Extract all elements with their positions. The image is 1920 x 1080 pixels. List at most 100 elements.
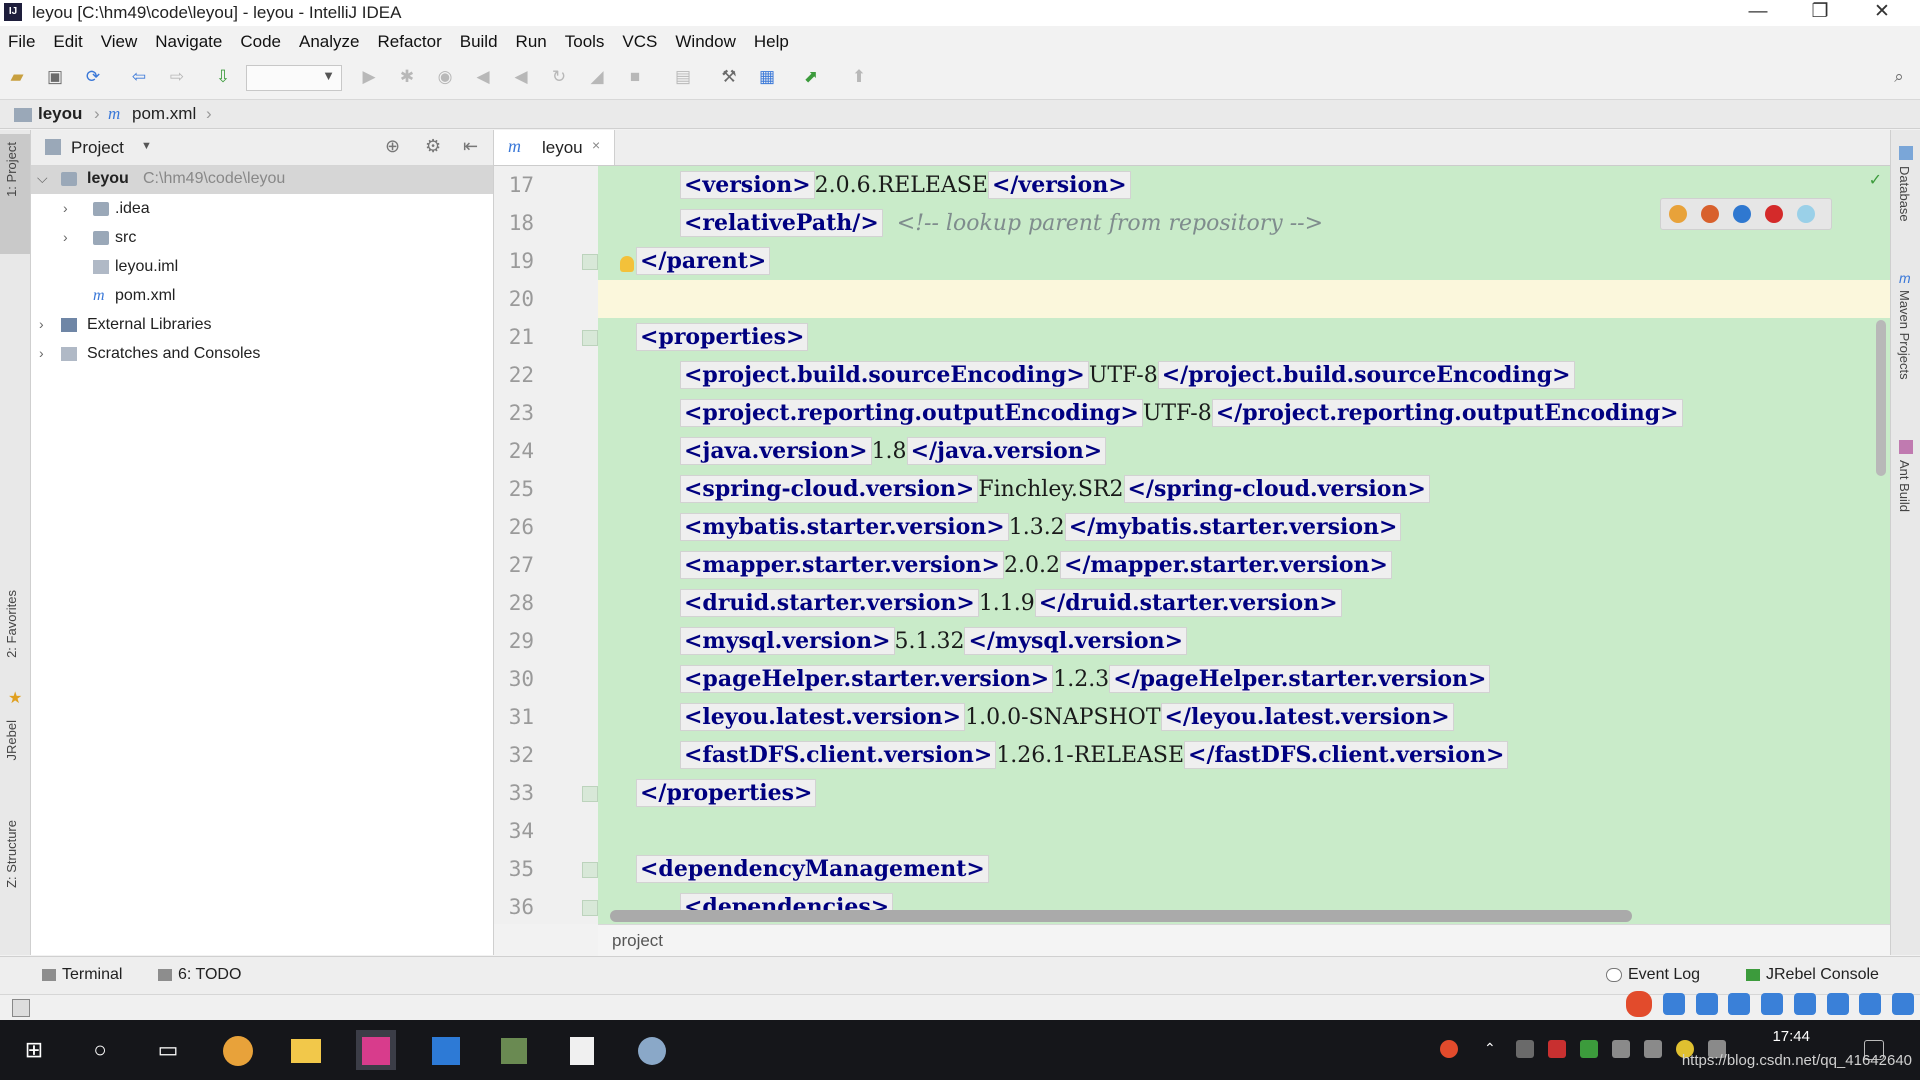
upload-icon[interactable]: ⬆ — [848, 66, 870, 88]
chevron-right-icon[interactable]: › — [63, 229, 68, 245]
coverage-icon[interactable]: ◉ — [434, 66, 456, 88]
tree-item-pom-xml[interactable]: m pom.xml — [31, 283, 493, 311]
ime-voice-icon[interactable] — [1761, 993, 1784, 1015]
restore-button[interactable]: ❐ — [1790, 0, 1850, 26]
code-line[interactable]: <version> 2.0.6.RELEASE </version> — [680, 166, 1131, 204]
code-line[interactable]: <fastDFS.client.version> 1.26.1-RELEASE </… — [680, 736, 1509, 774]
code-line[interactable]: <leyou.latest.version> 1.0.0-SNAPSHOT </le… — [680, 698, 1454, 736]
breadcrumb-project[interactable]: leyou — [38, 104, 82, 124]
code-editor[interactable]: ✓ <version> 2.0.6.RELEASE </version> <relat… — [598, 166, 1890, 924]
code-line[interactable]: <spring-cloud.version> Finchley.SR2 </spri… — [680, 470, 1430, 508]
breadcrumb-file[interactable]: pom.xml — [132, 104, 196, 124]
windows-start-icon[interactable]: ⊞ — [14, 1030, 54, 1070]
editor-gutter[interactable]: 17 18 19 20 21 22 23 24 25 26 27 28 29 30 31 32 33 34 35 36 — [494, 166, 598, 924]
code-line[interactable] — [598, 280, 1890, 318]
fold-marker-icon[interactable] — [582, 330, 598, 346]
tool-tab-favorites[interactable]: 2: Favorites — [4, 590, 19, 658]
chrome-taskbar-icon[interactable] — [218, 1030, 258, 1070]
notepad-taskbar-icon[interactable] — [562, 1030, 602, 1070]
menu-run[interactable]: Run — [507, 29, 556, 57]
ime-emoji-icon[interactable] — [1728, 993, 1751, 1015]
close-window-button[interactable]: ✕ — [1852, 0, 1912, 26]
hide-panel-icon[interactable]: ⇤ — [463, 136, 478, 157]
tree-item-external-libraries[interactable]: › External Libraries — [31, 312, 493, 340]
menu-analyze[interactable]: Analyze — [290, 29, 368, 57]
menu-window[interactable]: Window — [666, 29, 744, 57]
locate-file-icon[interactable]: ⊕ — [385, 136, 400, 157]
code-line[interactable]: <dependencyManagement> — [636, 850, 989, 888]
chrome-icon[interactable] — [1669, 205, 1687, 223]
menu-help[interactable]: Help — [745, 29, 798, 57]
back-icon[interactable]: ⇦ — [128, 66, 150, 88]
run-config-dropdown[interactable]: ▼ — [246, 65, 342, 91]
cortana-search-icon[interactable]: ○ — [80, 1030, 120, 1070]
deploy-icon[interactable]: ⬈ — [800, 66, 822, 88]
code-line[interactable]: <druid.starter.version> 1.1.9 </druid.star… — [680, 584, 1342, 622]
debug-icon[interactable]: ✱ — [396, 66, 418, 88]
fold-marker-icon[interactable] — [582, 900, 598, 916]
tool-tab-event-log[interactable]: Event Log — [1606, 966, 1700, 984]
system-clock[interactable]: 17:44 — [1772, 1028, 1810, 1045]
tree-item-idea[interactable]: › .idea — [31, 196, 493, 224]
build-icon[interactable]: ⇩ — [212, 66, 234, 88]
editor-breadcrumb-project[interactable]: project — [612, 931, 663, 951]
lightbulb-icon[interactable] — [620, 256, 634, 272]
code-line[interactable]: <properties> — [636, 318, 809, 356]
opera-icon[interactable] — [1765, 205, 1783, 223]
tray-shield-icon[interactable] — [1580, 1040, 1598, 1058]
menu-tools[interactable]: Tools — [556, 29, 614, 57]
tab-pom-xml[interactable]: m leyou × — [494, 130, 615, 165]
tree-item-scratches[interactable]: › Scratches and Consoles — [31, 341, 493, 369]
ime-skin-icon[interactable] — [1859, 993, 1882, 1015]
inspection-ok-icon[interactable]: ✓ — [1869, 170, 1882, 190]
horizontal-scrollbar[interactable] — [610, 910, 1632, 922]
sogou-tray-icon[interactable] — [1440, 1040, 1458, 1058]
open-icon[interactable]: ▰ — [6, 66, 28, 88]
vertical-scrollbar[interactable] — [1876, 320, 1886, 476]
minimize-button[interactable]: — — [1728, 0, 1788, 26]
chevron-right-icon[interactable]: › — [63, 200, 68, 216]
file-explorer-icon[interactable] — [286, 1030, 326, 1070]
chevron-up-icon[interactable]: ⌃ — [1484, 1040, 1502, 1058]
intellij-taskbar-icon[interactable] — [356, 1030, 396, 1070]
update-icon[interactable]: ◢ — [586, 66, 608, 88]
tray-flag-icon[interactable] — [1548, 1040, 1566, 1058]
save-icon[interactable]: ▣ — [44, 66, 66, 88]
project-view-selector[interactable]: Project — [71, 138, 124, 158]
run-icon[interactable]: ▶ — [358, 66, 380, 88]
tree-item-src[interactable]: › src — [31, 225, 493, 253]
safari-icon[interactable] — [1733, 205, 1751, 223]
editor-taskbar-icon[interactable] — [494, 1030, 534, 1070]
code-line[interactable]: <project.build.sourceEncoding> UTF-8 </pro… — [680, 356, 1575, 394]
tool-tab-todo[interactable]: 6: TODO — [158, 966, 241, 984]
tray-app-icon[interactable] — [1516, 1040, 1534, 1058]
ime-language-icon[interactable] — [1662, 993, 1685, 1015]
forward-icon[interactable]: ⇨ — [166, 66, 188, 88]
tool-tab-structure[interactable]: Z: Structure — [4, 820, 19, 888]
tree-item-leyou-iml[interactable]: leyou.iml — [31, 254, 493, 282]
sogou-ime-icon[interactable] — [1626, 991, 1653, 1017]
rerun-icon[interactable]: ↻ — [548, 66, 570, 88]
menu-view[interactable]: View — [92, 29, 147, 57]
code-line[interactable]: <project.reporting.outputEncoding> UTF-8 <… — [680, 394, 1683, 432]
ime-toolbox-icon[interactable] — [1892, 993, 1914, 1015]
chevron-down-icon[interactable]: ▼ — [141, 140, 152, 152]
code-line[interactable]: <mapper.starter.version> 2.0.2 </mapper.st… — [680, 546, 1392, 584]
ie-icon[interactable] — [1797, 205, 1815, 223]
tool-tab-terminal[interactable]: Terminal — [42, 966, 122, 984]
code-line[interactable]: <relativePath/> <!-- lookup parent from … — [680, 204, 1323, 242]
code-line[interactable]: <mysql.version> 5.1.32 </mysql.version> — [680, 622, 1188, 660]
code-line[interactable]: </parent> — [636, 242, 771, 280]
fold-marker-icon[interactable] — [582, 786, 598, 802]
tool-taskbar-icon[interactable] — [632, 1030, 672, 1070]
tool-tab-database[interactable]: Database — [1897, 166, 1912, 222]
code-line[interactable]: <mybatis.starter.version> 1.3.2 </mybatis.… — [680, 508, 1402, 546]
tool-windows-toggle-icon[interactable] — [12, 999, 30, 1017]
chevron-down-icon[interactable]: ⌵ — [37, 170, 48, 187]
jrebel-icon[interactable]: ▦ — [756, 66, 778, 88]
tree-item-leyou[interactable]: ⌵ leyou C:\hm49\code\leyou — [31, 166, 493, 194]
menu-build[interactable]: Build — [451, 29, 507, 57]
search-icon[interactable]: ⌕ — [1888, 66, 1910, 88]
menu-navigate[interactable]: Navigate — [146, 29, 231, 57]
menu-refactor[interactable]: Refactor — [368, 29, 450, 57]
